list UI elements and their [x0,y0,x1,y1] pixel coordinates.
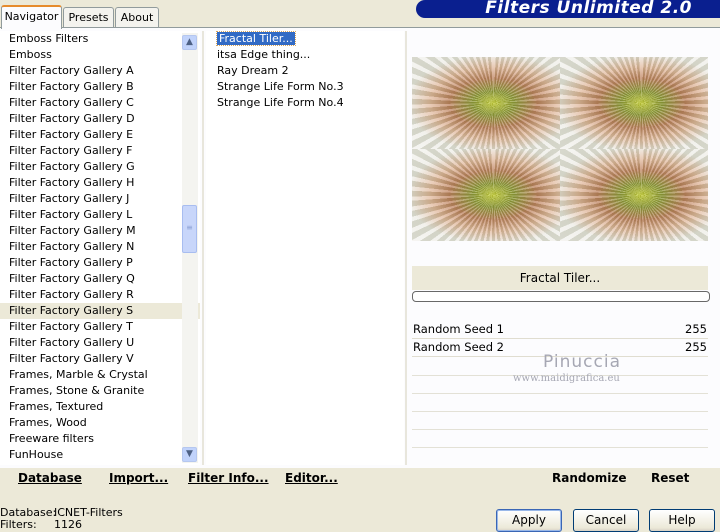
filters-count-value: 1126 [54,518,82,531]
preview-image [412,57,708,241]
category-item[interactable]: Filter Factory Gallery A [0,63,200,79]
category-item[interactable]: Frames, Stone & Granite [0,383,200,399]
randomize-button[interactable]: Randomize [552,471,626,485]
toolbar: Database Import... Filter Info... Editor… [0,467,720,491]
category-item[interactable]: Filter Factory Gallery C [0,95,200,111]
param-name: Random Seed 1 [413,322,504,336]
category-item[interactable]: Emboss Filters [0,31,200,47]
category-item[interactable]: Filter Factory Gallery J [0,191,200,207]
filter-item-label: Ray Dream 2 [217,64,289,77]
param-value: 255 [685,340,707,354]
category-item[interactable]: Filter Factory Gallery S [0,303,200,319]
status-area: Database:ICNET-Filters Filters: 1126 [0,507,123,531]
category-item[interactable]: Filter Factory Gallery Q [0,271,200,287]
preview-filter-name: Fractal Tiler... [412,266,708,290]
filter-list[interactable]: Fractal Tiler... itsa Edge thing... Ray Dr… [206,31,404,465]
scroll-down-icon[interactable]: ▼ [182,447,197,462]
filter-item[interactable]: Ray Dream 2 [206,63,404,79]
tab-navigator[interactable]: Navigator [1,5,62,29]
param-value: 255 [685,322,707,336]
param-name: Random Seed 2 [413,340,504,354]
filter-item-label: Fractal Tiler... [216,31,296,46]
watermark-name: Pinuccia [543,352,621,372]
category-item[interactable]: Filter Factory Gallery E [0,127,200,143]
category-item[interactable]: Filter Factory Gallery R [0,287,200,303]
filter-item[interactable]: itsa Edge thing... [206,47,404,63]
editor-button[interactable]: Editor... [285,471,338,485]
tab-about[interactable]: About [115,7,159,27]
category-item[interactable]: Filter Factory Gallery B [0,79,200,95]
category-item[interactable]: Filter Factory Gallery P [0,255,200,271]
database-button[interactable]: Database [18,471,82,485]
category-item[interactable]: Filter Factory Gallery M [0,223,200,239]
category-item[interactable]: Frames, Textured [0,399,200,415]
category-item[interactable]: Filter Factory Gallery L [0,207,200,223]
param-row[interactable]: Random Seed 1 255 [412,321,708,339]
filter-item-label: itsa Edge thing... [217,48,311,61]
tab-presets[interactable]: Presets [63,7,114,27]
category-item[interactable]: Filter Factory Gallery V [0,351,200,367]
filter-item[interactable]: Strange Life Form No.3 [206,79,404,95]
progress-bar [412,291,710,302]
category-item[interactable]: Filter Factory Gallery D [0,111,200,127]
watermark-site: www.maidigrafica.eu [513,373,620,384]
filters-count-label: Filters: [0,518,37,531]
category-item[interactable]: Filter Factory Gallery H [0,175,200,191]
import-button[interactable]: Import... [109,471,168,485]
category-item[interactable]: FunHouse [0,447,200,463]
reset-button[interactable]: Reset [651,471,689,485]
category-list[interactable]: Emboss Filters Emboss Filter Factory Galle… [0,31,200,465]
filter-info-button[interactable]: Filter Info... [188,471,269,485]
splitter[interactable] [202,31,204,465]
category-item[interactable]: Frames, Wood [0,415,200,431]
category-item[interactable]: Filter Factory Gallery G [0,159,200,175]
apply-button[interactable]: Apply [496,509,562,532]
scroll-up-icon[interactable]: ▲ [182,35,197,50]
filter-item-label: Strange Life Form No.4 [217,96,344,109]
cancel-button[interactable]: Cancel [573,509,639,532]
filter-item[interactable]: Fractal Tiler... [206,31,404,47]
filter-item[interactable]: Strange Life Form No.4 [206,95,404,111]
category-item[interactable]: Filter Factory Gallery F [0,143,200,159]
tab-strip: Navigator Presets About Filters Unlimite… [0,0,720,29]
splitter[interactable] [405,31,407,465]
scroll-thumb[interactable]: ≡ [182,205,197,253]
filter-item-label: Strange Life Form No.3 [217,80,344,93]
category-item[interactable]: Freeware filters [0,431,200,447]
app-banner: Filters Unlimited 2.0 [416,0,720,18]
category-item[interactable]: Filter Factory Gallery N [0,239,200,255]
category-item[interactable]: Emboss [0,47,200,63]
help-button[interactable]: Help [649,509,715,532]
category-item[interactable]: Filter Factory Gallery T [0,319,200,335]
category-scrollbar[interactable]: ▲ ≡ ▼ [182,33,198,463]
category-item[interactable]: Frames, Marble & Crystal [0,367,200,383]
category-item[interactable]: Filter Factory Gallery U [0,335,200,351]
